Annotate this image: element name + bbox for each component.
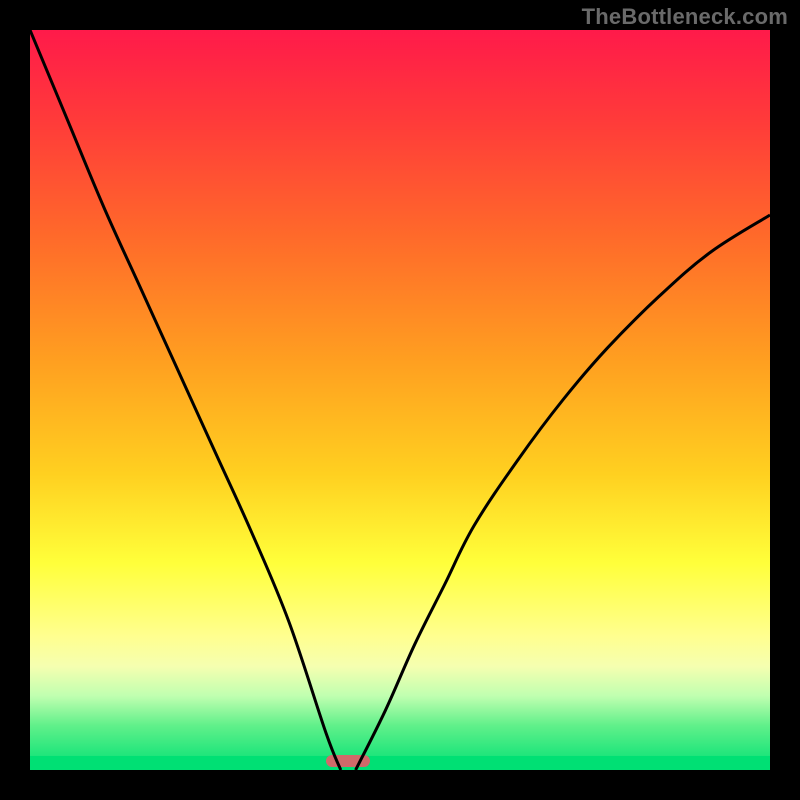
left-curve: [30, 30, 341, 770]
right-curve: [356, 215, 770, 770]
watermark-text: TheBottleneck.com: [582, 4, 788, 30]
plot-area: [30, 30, 770, 770]
bottleneck-curves: [30, 30, 770, 770]
chart-frame: TheBottleneck.com: [0, 0, 800, 800]
